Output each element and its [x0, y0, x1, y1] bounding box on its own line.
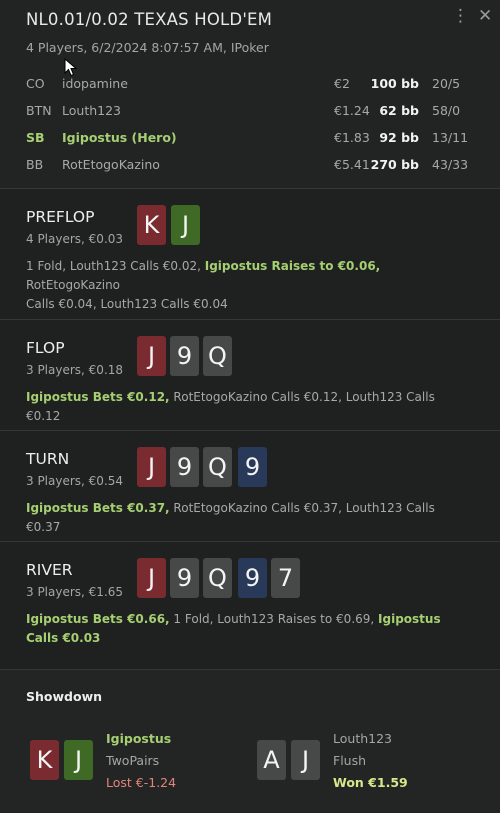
- card: J: [137, 447, 166, 487]
- card: Q: [203, 336, 232, 376]
- card: J: [291, 740, 320, 780]
- showdown-hero-result: Lost €-1.24: [106, 775, 177, 790]
- card: J: [64, 740, 93, 780]
- player-name: Louth123: [62, 103, 121, 118]
- action-text: RotEtogoKazino: [26, 278, 121, 292]
- hero-action-text: Igipostus: [378, 612, 441, 626]
- player-stats: 13/11: [432, 130, 469, 145]
- mouse-cursor-icon: [64, 58, 78, 77]
- player-name: RotEtogoKazino: [62, 157, 160, 172]
- player-name: idopamine: [62, 76, 128, 91]
- card: Q: [203, 447, 232, 487]
- player-position: CO: [26, 76, 45, 91]
- player-stats: 20/5: [432, 76, 461, 91]
- player-stack-bb: 62 bb: [379, 103, 419, 118]
- street-name: TURN: [26, 450, 70, 468]
- player-row-btn[interactable]: BTN Louth123 €1.24 62 bb 58/0: [0, 103, 500, 123]
- street-actions: Igipostus Bets €0.66, 1 Fold, Louth123 R…: [26, 610, 466, 648]
- card: 7: [271, 558, 300, 598]
- hand-subtitle: 4 Players, 6/2/2024 8:07:57 AM, IPoker: [26, 40, 269, 55]
- player-stack: €2: [334, 76, 350, 91]
- player-stack-bb: 100 bb: [370, 76, 419, 91]
- player-stats: 58/0: [432, 103, 461, 118]
- card: K: [137, 205, 166, 245]
- card: J: [137, 336, 166, 376]
- player-row-bb[interactable]: BB RotEtogoKazino €5.41 270 bb 43/33: [0, 157, 500, 177]
- street-name: PREFLOP: [26, 208, 95, 226]
- player-position: BB: [26, 157, 44, 172]
- card: 9: [170, 558, 199, 598]
- player-position: SB: [26, 130, 45, 145]
- street-info: 3 Players, €1.65: [26, 585, 124, 599]
- hero-action-text: Calls €0.03: [26, 631, 101, 645]
- player-stack-bb: 270 bb: [370, 157, 419, 172]
- street-turn: TURN 3 Players, €0.54 J 9 Q 9 Igipostus …: [0, 431, 500, 542]
- player-position: BTN: [26, 103, 52, 118]
- card: 9: [238, 447, 267, 487]
- card: K: [30, 740, 59, 780]
- player-stack: €5.41: [334, 157, 370, 172]
- street-actions: Igipostus Bets €0.37, RotEtogoKazino Cal…: [26, 499, 466, 537]
- action-text: 1 Fold, Louth123 Calls €0.02,: [26, 259, 205, 273]
- player-stack: €1.83: [334, 130, 370, 145]
- street-info: 3 Players, €0.18: [26, 363, 124, 377]
- hero-action-text: Igipostus Bets €0.66,: [26, 612, 170, 626]
- hand-header: NL0.01/0.02 TEXAS HOLD'EM ⋮ ✕ 4 Players,…: [0, 0, 500, 189]
- showdown-hero-name: Igipostus: [106, 731, 172, 746]
- hand-title: NL0.01/0.02 TEXAS HOLD'EM: [26, 10, 273, 29]
- card: Q: [203, 558, 232, 598]
- street-river: RIVER 3 Players, €1.65 J 9 Q 9 7 Igipost…: [0, 542, 500, 670]
- street-name: RIVER: [26, 561, 73, 579]
- showdown-panel: Showdown K J Igipostus TwoPairs Lost €-1…: [0, 670, 500, 813]
- showdown-villain-name: Louth123: [333, 731, 392, 746]
- player-stats: 43/33: [432, 157, 469, 172]
- showdown-villain-hand: Flush: [333, 753, 367, 768]
- player-row-sb-hero[interactable]: SB Igipostus (Hero) €1.83 92 bb 13/11: [0, 130, 500, 150]
- card: 9: [170, 447, 199, 487]
- player-row-co[interactable]: CO idopamine €2 100 bb 20/5: [0, 76, 500, 96]
- showdown-title: Showdown: [26, 689, 103, 704]
- action-text: Calls €0.04, Louth123 Calls €0.04: [26, 297, 228, 311]
- player-name: Igipostus (Hero): [62, 130, 177, 145]
- street-flop: FLOP 3 Players, €0.18 J 9 Q Igipostus Be…: [0, 320, 500, 431]
- close-icon[interactable]: ✕: [478, 6, 492, 26]
- street-info: 4 Players, €0.03: [26, 232, 124, 246]
- action-text: 1 Fold, Louth123 Raises to €0.69,: [169, 612, 379, 626]
- street-actions: 1 Fold, Louth123 Calls €0.02, Igipostus …: [26, 257, 466, 314]
- player-stack-bb: 92 bb: [379, 130, 419, 145]
- card: A: [257, 740, 286, 780]
- street-actions: Igipostus Bets €0.12, RotEtogoKazino Cal…: [26, 388, 466, 426]
- more-vertical-icon[interactable]: ⋮: [452, 6, 469, 26]
- showdown-hero-hand: TwoPairs: [106, 753, 160, 768]
- card: J: [137, 558, 166, 598]
- card: 9: [238, 558, 267, 598]
- hero-action-text: Igipostus Bets €0.12,: [26, 390, 170, 404]
- street-info: 3 Players, €0.54: [26, 474, 124, 488]
- street-preflop: PREFLOP 4 Players, €0.03 K J 1 Fold, Lou…: [0, 189, 500, 320]
- card: 9: [170, 336, 199, 376]
- card: J: [171, 205, 200, 245]
- showdown-villain-result: Won €1.59: [333, 775, 408, 790]
- hero-action-text: Igipostus Raises to €0.06,: [204, 259, 381, 273]
- hero-action-text: Igipostus Bets €0.37,: [26, 501, 170, 515]
- player-stack: €1.24: [334, 103, 370, 118]
- street-name: FLOP: [26, 339, 65, 357]
